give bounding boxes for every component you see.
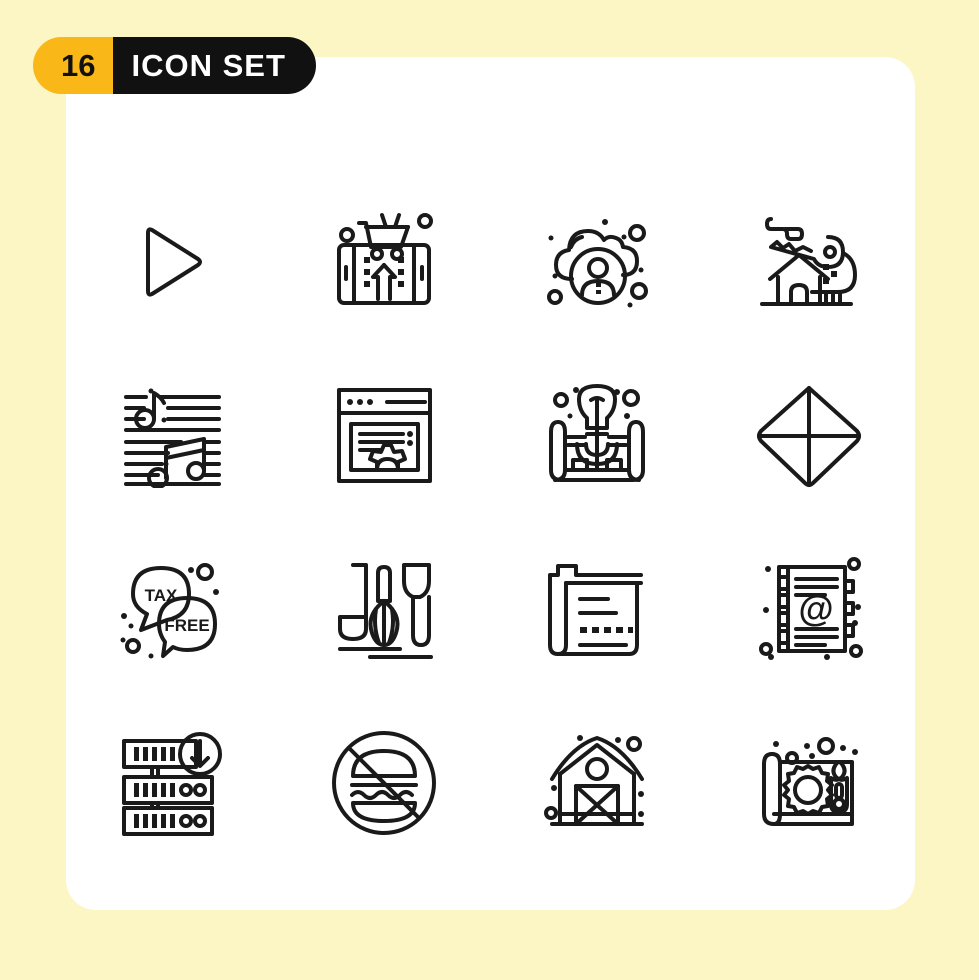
icon-cell-kitchen-utensils[interactable] bbox=[278, 523, 490, 697]
blueprint-tools-icon bbox=[754, 728, 858, 838]
cloud-user-icon bbox=[542, 218, 652, 308]
icon-grid: TAX FREE @ bbox=[66, 57, 915, 910]
icon-cell-mobile-shopping[interactable] bbox=[278, 175, 490, 349]
icon-cell-cloud-user[interactable] bbox=[491, 175, 703, 349]
music-notes-icon bbox=[120, 388, 225, 488]
barn-icon bbox=[542, 735, 644, 838]
icon-cell-music-notes[interactable] bbox=[66, 349, 278, 523]
icon-cell-house-key[interactable] bbox=[703, 175, 915, 349]
icon-cell-tax-free[interactable]: TAX FREE bbox=[66, 523, 278, 697]
icon-cell-blueprint-idea[interactable] bbox=[491, 349, 703, 523]
icon-cell-no-fast-food[interactable] bbox=[278, 696, 490, 870]
tax-free-bubbles-icon: TAX FREE bbox=[120, 554, 220, 659]
icon-cell-folder-document[interactable] bbox=[491, 523, 703, 697]
blueprint-idea-icon bbox=[543, 382, 651, 490]
kite-icon bbox=[756, 383, 862, 489]
server-download-icon bbox=[118, 729, 226, 837]
icon-cell-server-download[interactable] bbox=[66, 696, 278, 870]
kitchen-utensils-icon bbox=[332, 557, 437, 662]
at-symbol-label: @ bbox=[798, 588, 833, 629]
icon-cell-play[interactable] bbox=[66, 175, 278, 349]
icon-cell-address-book[interactable]: @ bbox=[703, 523, 915, 697]
house-key-icon bbox=[754, 207, 864, 317]
browser-settings-icon bbox=[332, 383, 437, 488]
no-fast-food-icon bbox=[330, 729, 438, 837]
address-book-icon: @ bbox=[755, 555, 863, 661]
free-label: FREE bbox=[164, 616, 209, 635]
icon-cell-browser-settings[interactable] bbox=[278, 349, 490, 523]
mobile-shopping-icon bbox=[329, 207, 439, 317]
icon-cell-blueprint-tools[interactable] bbox=[703, 696, 915, 870]
folder-document-icon bbox=[544, 557, 649, 662]
icon-cell-kite[interactable] bbox=[703, 349, 915, 523]
icon-cell-barn[interactable] bbox=[491, 696, 703, 870]
icon-set-badge: 16 ICON SET bbox=[33, 37, 316, 94]
play-icon bbox=[122, 212, 222, 312]
icon-count: 16 bbox=[33, 37, 114, 94]
icon-set-title: ICON SET bbox=[113, 37, 316, 94]
